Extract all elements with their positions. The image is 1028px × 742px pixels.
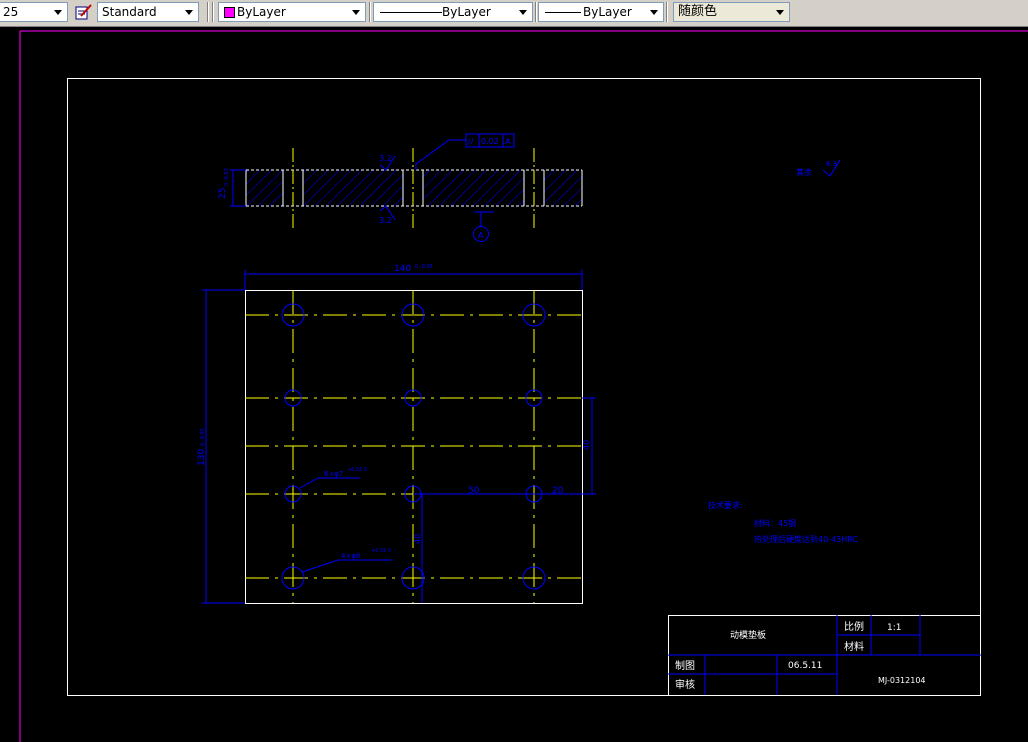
tech-requirements-line2: 热处理后硬度达到40-43HRC	[754, 534, 858, 544]
title-block: 动模垫板 比例 1:1 材料 制图 06.5.11 审核 MJ-0312104	[668, 615, 981, 696]
plot-style-select[interactable]: 随颜色	[673, 2, 790, 22]
gdt-leader	[415, 139, 466, 170]
lineweight-control-value: ByLayer	[583, 5, 632, 19]
linetype-sample	[380, 12, 442, 13]
dim-thickness-text: 25	[218, 188, 228, 199]
gdt-datum-ref: A	[505, 137, 511, 146]
drawn-label: 制图	[675, 659, 695, 672]
drawing-number: MJ-0312104	[878, 676, 926, 685]
text-scale-value: 25	[3, 5, 19, 19]
scale-label: 比例	[844, 620, 864, 633]
toolbar-separator	[369, 2, 371, 22]
dim-width-text: 140	[394, 264, 411, 274]
toolbar-separator	[207, 2, 209, 22]
color-control-select[interactable]: ByLayer	[218, 2, 366, 22]
hole-callout-upper-tol: +0.02 0	[347, 467, 367, 473]
text-style-select[interactable]: Standard	[97, 2, 199, 22]
gdt-parallel-symbol: //	[468, 137, 474, 146]
chevron-down-icon[interactable]	[181, 3, 198, 21]
dim-20-text: 20	[552, 486, 564, 496]
dim-height-tol: 0 -0.05	[200, 428, 206, 446]
linetype-control-select[interactable]: ByLayer	[373, 2, 533, 22]
chevron-down-icon[interactable]	[50, 3, 67, 21]
drawing-canvas[interactable]: 25 0 -0.03 3.2 3.2 // 0.02 A A 140 0 -0.…	[0, 27, 1028, 742]
toolbar-separator	[212, 2, 214, 22]
tech-requirements-title: 技术要求:	[708, 500, 743, 510]
color-control-value: ByLayer	[237, 5, 286, 19]
material-label: 材料	[844, 640, 864, 653]
text-style-value: Standard	[102, 5, 157, 19]
dim-width-tol: 0 -0.05	[415, 264, 433, 270]
chevron-down-icon[interactable]	[646, 3, 663, 21]
tech-requirements-line1: 材料：45钢	[754, 518, 796, 528]
roughness-remaining-label: 其余	[796, 167, 812, 177]
lineweight-sample	[545, 12, 581, 13]
date-value: 06.5.11	[788, 661, 822, 671]
section-view: 25 0 -0.03 3.2 3.2 // 0.02 A A	[218, 133, 583, 242]
roughness-value-top: 3.2	[379, 154, 392, 163]
review-label: 审核	[675, 678, 695, 691]
dim-vertical-right-text: 40	[582, 440, 591, 450]
magenta-color-swatch	[224, 7, 235, 18]
dim-50-text: 50	[468, 486, 480, 496]
plot-style-value: 随颜色	[678, 4, 718, 19]
chevron-down-icon[interactable]	[348, 3, 365, 21]
toolbar-separator	[535, 2, 537, 22]
part-name: 动模垫板	[730, 629, 766, 641]
properties-toolbar: 25 Standard ByLayer ByLayer ByLayer 随颜色	[0, 0, 1028, 27]
linetype-control-value: ByLayer	[442, 5, 491, 19]
roughness-value-bottom: 3.2	[379, 216, 392, 225]
text-scale-select[interactable]: 25	[0, 2, 68, 22]
dim-thickness-tol: 0 -0.03	[224, 168, 230, 186]
hole-callout-leader-upper	[299, 477, 360, 489]
hole-callout-lower-tol: +0.02 0	[371, 548, 391, 554]
notes: 其余 6.3 技术要求: 材料：45钢 热处理后硬度达到40-43HRC	[708, 159, 858, 544]
datum-label: A	[478, 231, 484, 240]
roughness-remaining-value: 6.3	[826, 160, 837, 168]
toolbar-separator	[666, 2, 668, 22]
hole-callout-leader-lower	[301, 559, 392, 573]
hole-callout-lower: 4×φ8	[341, 552, 360, 560]
dim-height-text: 130	[197, 449, 207, 466]
lineweight-control-select[interactable]: ByLayer	[538, 2, 664, 22]
dim-vertical-bottom-text: 40	[413, 534, 422, 544]
chevron-down-icon[interactable]	[772, 3, 789, 21]
hole-callout-upper: 6×φ7	[324, 470, 343, 478]
chevron-down-icon[interactable]	[515, 3, 532, 21]
plan-view: 140 0 -0.05 130 0 -0.05 40 50 20 40 6×φ7…	[197, 264, 596, 604]
plate-outline	[245, 290, 583, 604]
gdt-tolerance: 0.02	[481, 137, 499, 146]
scale-value: 1:1	[887, 623, 901, 633]
text-style-icon[interactable]	[75, 3, 93, 21]
